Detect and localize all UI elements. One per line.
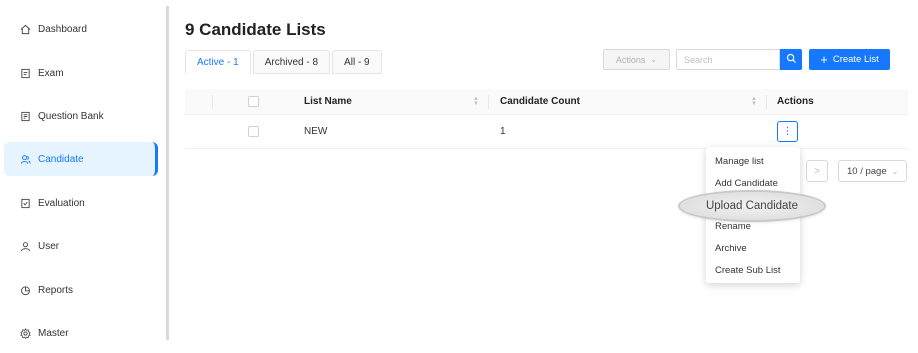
sidebar-item-reports[interactable]: Reports: [4, 273, 158, 307]
sidebar-item-label: Dashboard: [38, 23, 87, 35]
sidebar-item-evaluation[interactable]: Evaluation: [4, 186, 158, 220]
list-tabs: Active - 1 Archived - 8 All - 9: [185, 50, 384, 74]
menu-item-create-sub-list[interactable]: Create Sub List: [715, 262, 780, 278]
menu-item-upload-candidate[interactable]: Upload Candidate: [680, 192, 824, 220]
column-separator: [488, 95, 489, 109]
more-vertical-icon: ⋮: [782, 125, 793, 137]
sidebar-item-exam[interactable]: Exam: [4, 56, 158, 90]
home-icon: [18, 22, 32, 36]
sidebar-item-question-bank[interactable]: Question Bank: [4, 99, 158, 133]
sidebar: Dashboard Exam Question Bank Candidate E…: [0, 0, 168, 353]
column-separator: [766, 95, 767, 109]
settings-icon: [18, 326, 32, 340]
create-list-label: Create List: [832, 54, 879, 65]
sidebar-item-label: Question Bank: [38, 110, 104, 122]
sidebar-item-label: User: [38, 240, 60, 252]
sidebar-item-label: Candidate: [38, 153, 84, 165]
sidebar-item-user[interactable]: User: [4, 229, 158, 263]
chevron-down-icon: ⌄: [891, 166, 899, 176]
actions-label: Actions: [615, 54, 646, 65]
candidate-icon: [18, 152, 32, 166]
column-header-list-name[interactable]: List Name: [304, 89, 352, 114]
table-header: List Name ▲ ▼ Candidate Count ▲ ▼ Actions: [185, 89, 908, 115]
column-separator: [212, 95, 213, 109]
menu-item-add-candidate[interactable]: Add Candidate: [715, 175, 778, 191]
sidebar-item-label: Evaluation: [38, 197, 85, 209]
chevron-down-icon: ⌄: [650, 55, 658, 64]
user-icon: [18, 239, 32, 253]
search-button[interactable]: [780, 49, 802, 70]
create-list-button[interactable]: + Create List: [809, 49, 890, 70]
column-header-actions: Actions: [777, 96, 814, 107]
exam-icon: [18, 66, 32, 80]
pagination-next-button[interactable]: >: [806, 160, 828, 182]
tab-active[interactable]: Active - 1: [185, 50, 251, 74]
select-all-checkbox[interactable]: [248, 96, 259, 107]
chevron-right-icon: >: [814, 165, 820, 177]
sidebar-item-label: Exam: [38, 67, 64, 79]
sidebar-item-label: Reports: [38, 284, 74, 296]
sidebar-item-master[interactable]: Master: [4, 316, 158, 350]
page-title: 9 Candidate Lists: [185, 20, 326, 39]
column-header-candidate-count[interactable]: Candidate Count: [500, 89, 580, 114]
search-icon: [786, 51, 797, 69]
row-actions-button[interactable]: ⋮: [777, 121, 798, 142]
sort-icon[interactable]: ▲ ▼: [473, 96, 479, 107]
sidebar-item-label: Master: [38, 327, 69, 339]
table-row: NEW 1: [185, 115, 908, 149]
sort-icon[interactable]: ▲ ▼: [751, 96, 757, 107]
actions-dropdown[interactable]: Actions ⌄: [603, 49, 670, 70]
sidebar-item-dashboard[interactable]: Dashboard: [4, 12, 158, 46]
menu-item-manage-list[interactable]: Manage list: [715, 153, 764, 169]
menu-item-rename[interactable]: Rename: [715, 218, 751, 234]
row-checkbox[interactable]: [248, 126, 259, 137]
reports-icon: [18, 283, 32, 297]
plus-icon: +: [820, 52, 828, 67]
select-all-cell: [248, 89, 259, 114]
menu-item-archive[interactable]: Archive: [715, 240, 747, 256]
list-name-cell[interactable]: NEW: [304, 115, 327, 148]
sidebar-divider: [166, 6, 169, 340]
tab-archived[interactable]: Archived - 8: [252, 50, 331, 74]
tab-all[interactable]: All - 9: [332, 50, 382, 74]
question-bank-icon: [18, 109, 32, 123]
search-input[interactable]: [676, 49, 780, 70]
sidebar-item-candidate[interactable]: Candidate: [4, 142, 158, 176]
page-size-select[interactable]: 10 / page ⌄: [838, 160, 907, 182]
evaluation-icon: [18, 196, 32, 210]
row-select-cell: [248, 115, 259, 148]
page-size-label: 10 / page: [847, 165, 887, 177]
candidate-count-cell: 1: [500, 126, 506, 137]
